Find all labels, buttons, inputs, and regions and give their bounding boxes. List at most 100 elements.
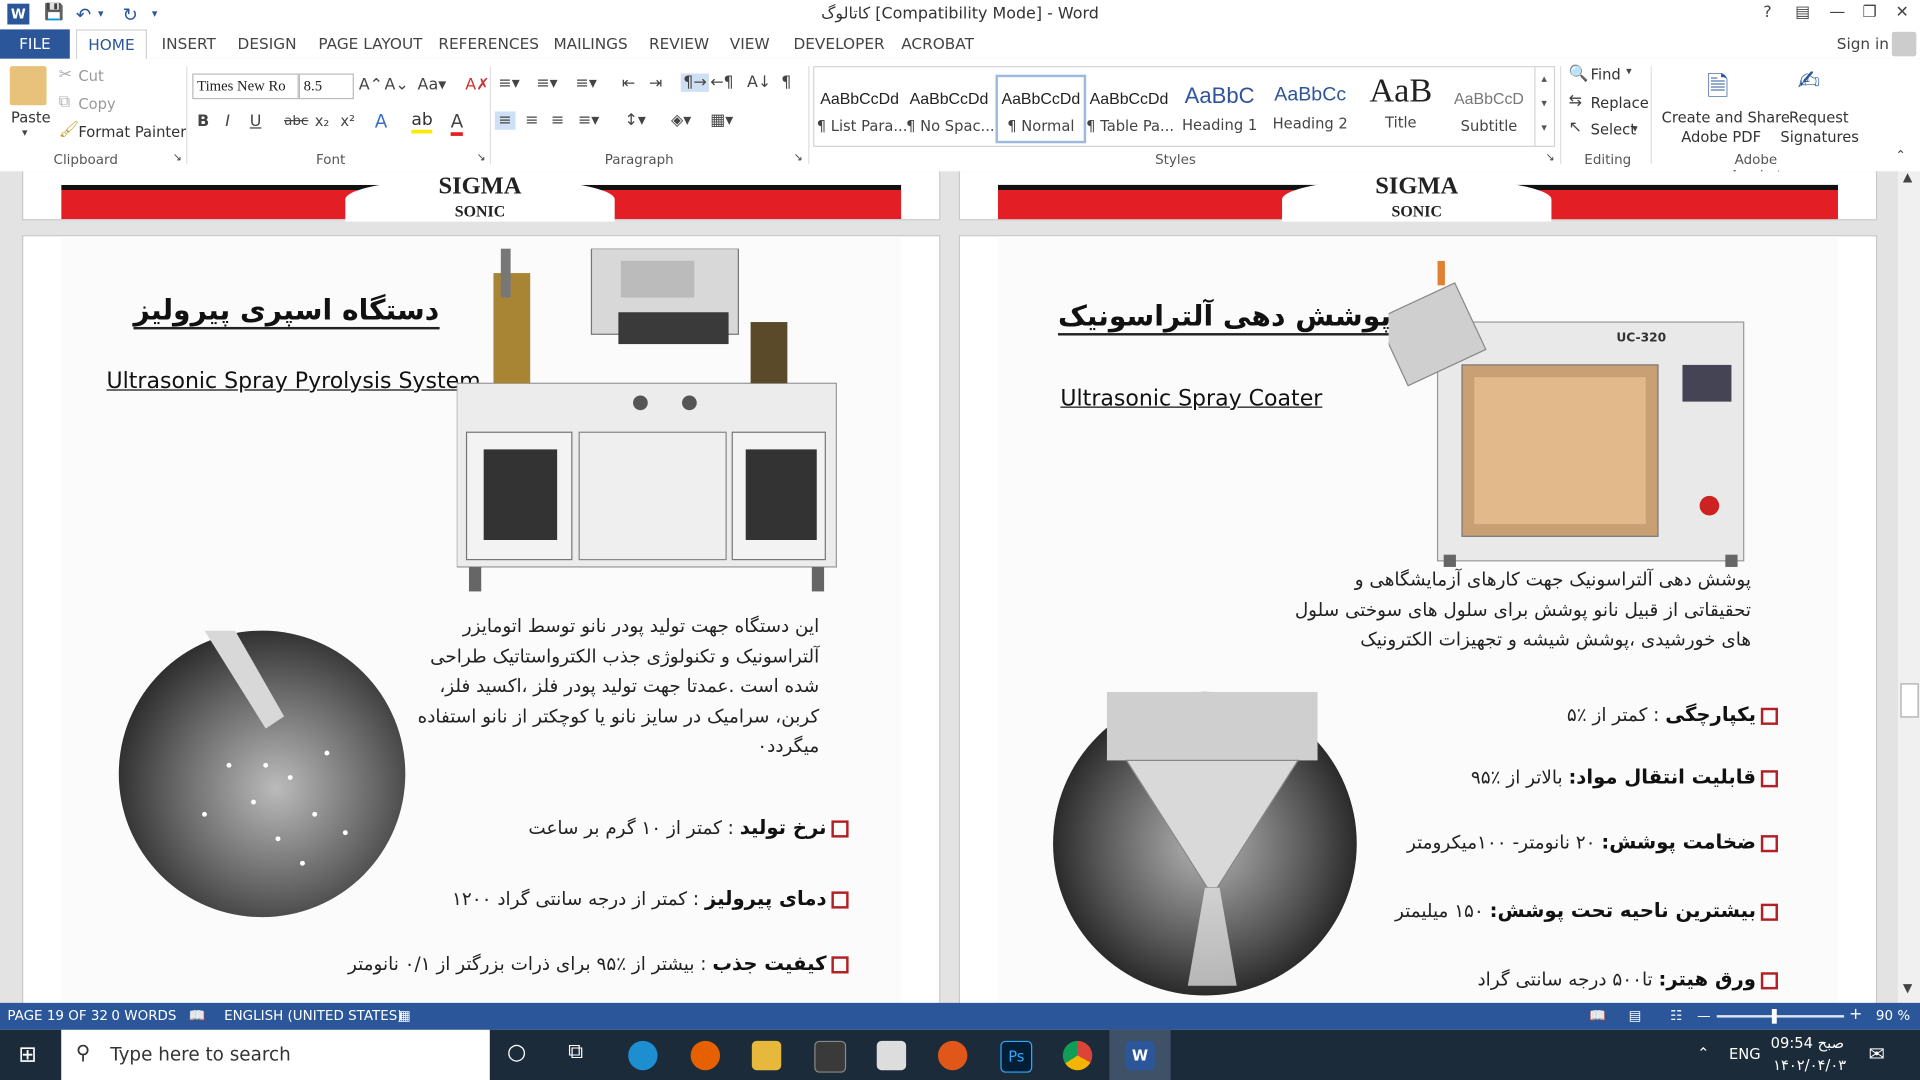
web-layout-icon[interactable]: ☷ [1670, 1008, 1682, 1024]
grow-font-icon[interactable]: A⌃ [359, 76, 383, 94]
print-layout-icon[interactable]: ▤ [1629, 1008, 1642, 1024]
collapse-ribbon-icon[interactable]: ⌃ [1896, 149, 1906, 162]
select-dropdown-icon[interactable]: ▾ [1632, 124, 1638, 136]
paragraph-launcher-icon[interactable]: ↘ [793, 152, 802, 164]
right-to-left-icon[interactable]: ←¶ [710, 73, 733, 91]
font-size-select[interactable]: 8.5 [298, 73, 354, 100]
zoom-slider[interactable] [1716, 1015, 1845, 1018]
help-button[interactable]: ? [1763, 4, 1771, 22]
numbering-icon[interactable]: ≡▾ [536, 75, 557, 93]
language-status[interactable]: ENGLISH (UNITED STATES) [224, 1008, 402, 1024]
text-effects-icon[interactable]: A [375, 110, 388, 132]
word-count[interactable]: 0 WORDS [111, 1008, 176, 1024]
ribbon-display-icon[interactable]: ▤ [1795, 4, 1810, 22]
select-button[interactable]: Select [1591, 121, 1636, 138]
windows-start-icon[interactable]: ⊞ [18, 1042, 36, 1068]
clipboard-launcher-icon[interactable]: ↘ [173, 152, 182, 164]
edge-icon[interactable] [628, 1040, 658, 1071]
font-launcher-icon[interactable]: ↘ [476, 152, 485, 164]
zoom-in-icon[interactable]: + [1849, 1005, 1862, 1023]
zoom-level[interactable]: 90 % [1876, 1008, 1910, 1024]
tab-design[interactable]: DESIGN [238, 34, 297, 52]
align-right-icon[interactable]: ≡ [551, 111, 564, 129]
bullets-icon[interactable]: ≡▾ [498, 75, 519, 93]
tab-developer[interactable]: DEVELOPER [793, 34, 884, 52]
account-avatar[interactable] [1891, 31, 1917, 57]
tab-view[interactable]: VIEW [730, 34, 770, 52]
change-case-icon[interactable]: Aa▾ [418, 76, 447, 94]
scroll-thumb[interactable] [1900, 683, 1919, 718]
cortana-icon[interactable]: ○ [507, 1040, 526, 1066]
shading-icon[interactable]: ◈▾ [671, 111, 691, 129]
create-pdf-icon[interactable]: 🗎 [1707, 66, 1729, 113]
restore-icon[interactable]: ❐ [1862, 4, 1876, 22]
tab-references[interactable]: REFERENCES [438, 34, 539, 52]
shrink-font-icon[interactable]: A⌄ [384, 76, 408, 94]
clock-time[interactable]: 09:54 صبح [1771, 1035, 1844, 1052]
page-count[interactable]: PAGE 19 OF 32 [7, 1008, 108, 1024]
multilevel-list-icon[interactable]: ≡▾ [576, 75, 597, 93]
anydesk-icon[interactable] [937, 1040, 968, 1071]
file-explorer-icon[interactable] [751, 1040, 782, 1071]
style-normal[interactable]: AaBbCcDd ¶ Normal [995, 74, 1087, 144]
find-dropdown-icon[interactable]: ▾ [1626, 66, 1632, 78]
highlight-icon[interactable]: ab [411, 110, 433, 134]
decrease-indent-icon[interactable]: ⇤ [622, 75, 635, 93]
align-left-icon[interactable]: ≡ [494, 111, 516, 130]
replace-button[interactable]: Replace [1591, 94, 1649, 111]
subscript-icon[interactable]: x₂ [315, 113, 330, 130]
request-signatures-icon[interactable]: ✍ [1798, 66, 1821, 97]
task-view-icon[interactable]: ⧉ [568, 1040, 583, 1064]
zoom-out-icon[interactable]: — [1697, 1008, 1710, 1024]
style-list-paragraph[interactable]: AaBbCcDd ¶ List Para... [817, 77, 908, 141]
paste-icon[interactable] [9, 66, 47, 106]
tab-file[interactable]: FILE [0, 29, 70, 59]
word-taskbar-icon[interactable]: W [1125, 1040, 1155, 1071]
style-heading-2[interactable]: AaBbCc Heading 2 [1267, 77, 1353, 141]
tab-mailings[interactable]: MAILINGS [553, 34, 627, 52]
italic-icon[interactable]: I [225, 113, 230, 131]
paste-dropdown-icon[interactable]: ▾ [22, 127, 28, 139]
justify-icon[interactable]: ≡▾ [578, 111, 599, 129]
show-hidden-icons-icon[interactable]: ⌃ [1697, 1044, 1709, 1061]
zoom-slider-thumb[interactable] [1771, 1008, 1777, 1024]
paste-button[interactable]: Paste [11, 109, 51, 126]
scroll-down-icon[interactable]: ▼ [1903, 982, 1912, 995]
borders-icon[interactable]: ▦▾ [710, 111, 733, 129]
clear-formatting-icon[interactable]: A✗ [465, 76, 489, 94]
tab-review[interactable]: REVIEW [649, 34, 709, 52]
adobe-pdf-label[interactable]: Adobe PDF [1681, 129, 1761, 146]
tab-insert[interactable]: INSERT [162, 34, 216, 52]
mail-icon[interactable] [876, 1040, 907, 1071]
close-icon[interactable]: ✕ [1896, 4, 1909, 22]
tab-home[interactable]: HOME [75, 29, 147, 62]
find-button[interactable]: Find [1591, 66, 1621, 83]
underline-icon[interactable]: U [250, 113, 262, 131]
taskbar-search[interactable]: ⚲ Type here to search [61, 1029, 490, 1080]
increase-indent-icon[interactable]: ⇥ [649, 75, 662, 93]
sign-in-link[interactable]: Sign in [1837, 34, 1889, 52]
copy-button[interactable]: Copy [78, 96, 115, 113]
styles-launcher-icon[interactable]: ↘ [1545, 152, 1554, 164]
align-center-icon[interactable]: ≡ [525, 111, 538, 129]
style-subtitle[interactable]: AaBbCcD Subtitle [1446, 77, 1532, 141]
sort-icon[interactable]: A↓ [747, 73, 771, 91]
signatures-label[interactable]: Signatures [1780, 129, 1859, 146]
clock-date[interactable]: ۱۴۰۲/۰۴/۰۳ [1773, 1057, 1846, 1074]
format-painter-button[interactable]: Format Painter [78, 124, 186, 141]
show-marks-icon[interactable]: ¶ [781, 73, 791, 91]
style-heading-1[interactable]: AaBbC Heading 1 [1177, 77, 1263, 141]
request-label[interactable]: Request [1789, 109, 1849, 126]
bold-icon[interactable]: B [197, 113, 209, 131]
style-table-paragraph[interactable]: AaBbCcDd ¶ Table Pa... [1086, 77, 1174, 141]
line-spacing-icon[interactable]: ↕▾ [624, 111, 645, 129]
cut-button[interactable]: Cut [78, 67, 103, 84]
tab-acrobat[interactable]: ACROBAT [901, 34, 974, 52]
superscript-icon[interactable]: x² [340, 113, 355, 130]
create-share-label[interactable]: Create and Share [1662, 109, 1790, 126]
proofing-icon[interactable]: 📖 [189, 1008, 206, 1024]
vertical-scrollbar[interactable]: ▲ ▼ [1897, 171, 1920, 1003]
style-no-spacing[interactable]: AaBbCcDd ¶ No Spac... [906, 77, 994, 141]
font-name-select[interactable]: Times New Ro [192, 73, 299, 100]
tab-page-layout[interactable]: PAGE LAYOUT [318, 34, 422, 52]
